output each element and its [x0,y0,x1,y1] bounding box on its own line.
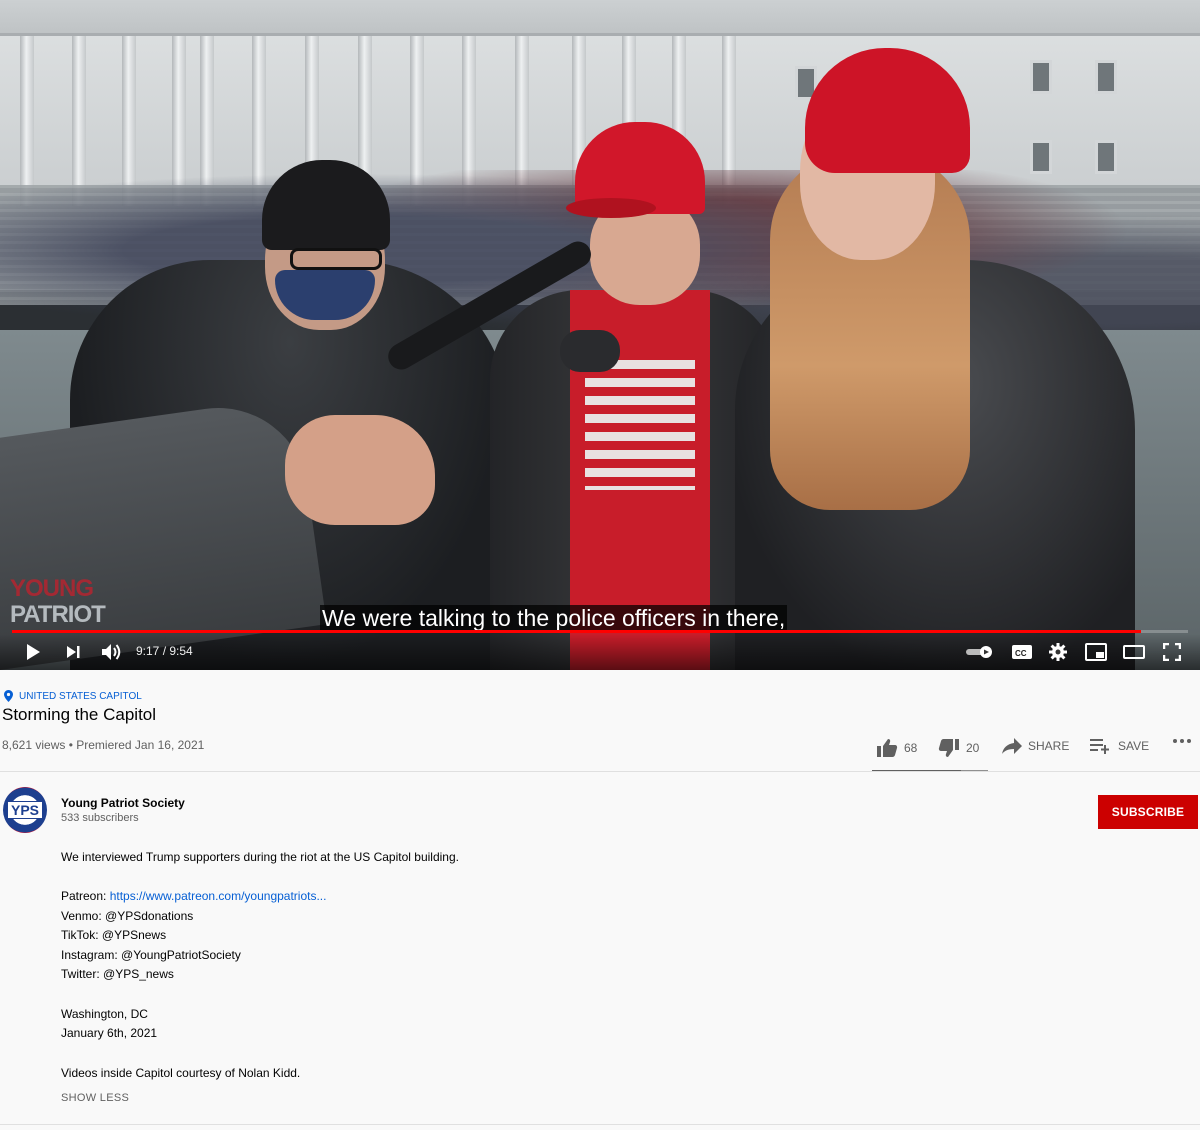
player-controls: 9:17 / 9:54 CC [0,634,1200,670]
dislike-count: 20 [966,741,980,755]
captions-icon: CC [1012,645,1032,659]
video-player[interactable]: YOUNG PATRIOT We were talking to the pol… [0,0,1200,670]
patreon-label: Patreon: [61,889,110,903]
video-frame [0,0,1200,670]
miniplayer-button[interactable] [1084,642,1108,662]
description-patreon: Patreon: https://www.patreon.com/youngpa… [61,889,326,903]
divider [0,771,1200,772]
dislike-button[interactable]: 20 [938,738,979,758]
autoplay-toggle[interactable] [964,642,996,662]
play-button[interactable] [22,642,44,662]
fullscreen-icon [1163,643,1181,661]
like-button[interactable]: 68 [876,738,917,758]
next-icon [67,646,80,658]
autoplay-toggle-icon [966,646,992,658]
description-place: Washington, DC [61,1007,148,1021]
location-pin-icon [4,690,13,702]
miniplayer-icon [1085,643,1107,661]
settings-icon [1049,643,1067,661]
channel-watermark: YOUNG PATRIOT [10,576,110,628]
subtitle-caption: We were talking to the police officers i… [320,605,788,631]
location-label: UNITED STATES CAPITOL [19,690,142,702]
volume-icon [102,644,121,660]
location-link[interactable]: UNITED STATES CAPITOL [4,690,142,702]
video-meta: 8,621 views • Premiered Jan 16, 2021 [2,738,205,752]
settings-button[interactable] [1046,642,1070,662]
channel-name[interactable]: Young Patriot Society [61,796,185,810]
description-date: January 6th, 2021 [61,1026,158,1040]
save-label: SAVE [1118,739,1150,753]
more-horizontal-icon [1173,739,1191,743]
subscribe-button[interactable]: SUBSCRIBE [1098,795,1198,829]
progress-bar[interactable] [12,630,1188,633]
theater-mode-icon [1123,645,1145,659]
description-credit: Videos inside Capitol courtesy of Nolan … [61,1066,301,1080]
description-intro: We interviewed Trump supporters during t… [61,850,459,864]
description-twitter: Twitter: @YPS_news [61,967,174,981]
description-instagram: Instagram: @YoungPatriotSociety [61,948,241,962]
interviewer-arm [0,396,327,670]
theater-mode-button[interactable] [1122,642,1146,662]
share-label: SHARE [1028,739,1070,753]
divider [0,1124,1200,1125]
time-display: 9:17 / 9:54 [136,644,193,658]
thumbs-down-icon [938,739,959,757]
add-to-playlist-icon [1090,739,1109,754]
description-venmo: Venmo: @YPSdonations [61,909,194,923]
next-button[interactable] [62,642,84,662]
share-button[interactable]: SHARE [1002,738,1069,754]
more-actions-button[interactable] [1172,738,1192,744]
subscriber-count: 533 subscribers [61,812,139,824]
save-button[interactable]: SAVE [1090,738,1149,754]
watermark-line1: YOUNG [10,575,94,602]
description-tiktok: TikTok: @YPSnews [61,928,167,942]
thumbs-up-icon [877,739,898,757]
fullscreen-button[interactable] [1160,642,1184,662]
patreon-link[interactable]: https://www.patreon.com/youngpatriots... [110,889,327,903]
captions-button[interactable]: CC [1010,642,1034,662]
watermark-line2: PATRIOT [10,601,106,628]
share-icon [1002,738,1022,754]
show-less-button[interactable]: SHOW LESS [61,1092,129,1104]
video-title: Storming the Capitol [2,705,157,724]
avatar-text: YPS [6,801,43,819]
progress-played [12,630,1141,633]
svg-text:CC: CC [1015,649,1027,658]
channel-avatar[interactable]: YPS [3,787,47,833]
volume-button[interactable] [100,642,124,662]
play-icon [27,644,40,660]
like-count: 68 [904,741,918,755]
